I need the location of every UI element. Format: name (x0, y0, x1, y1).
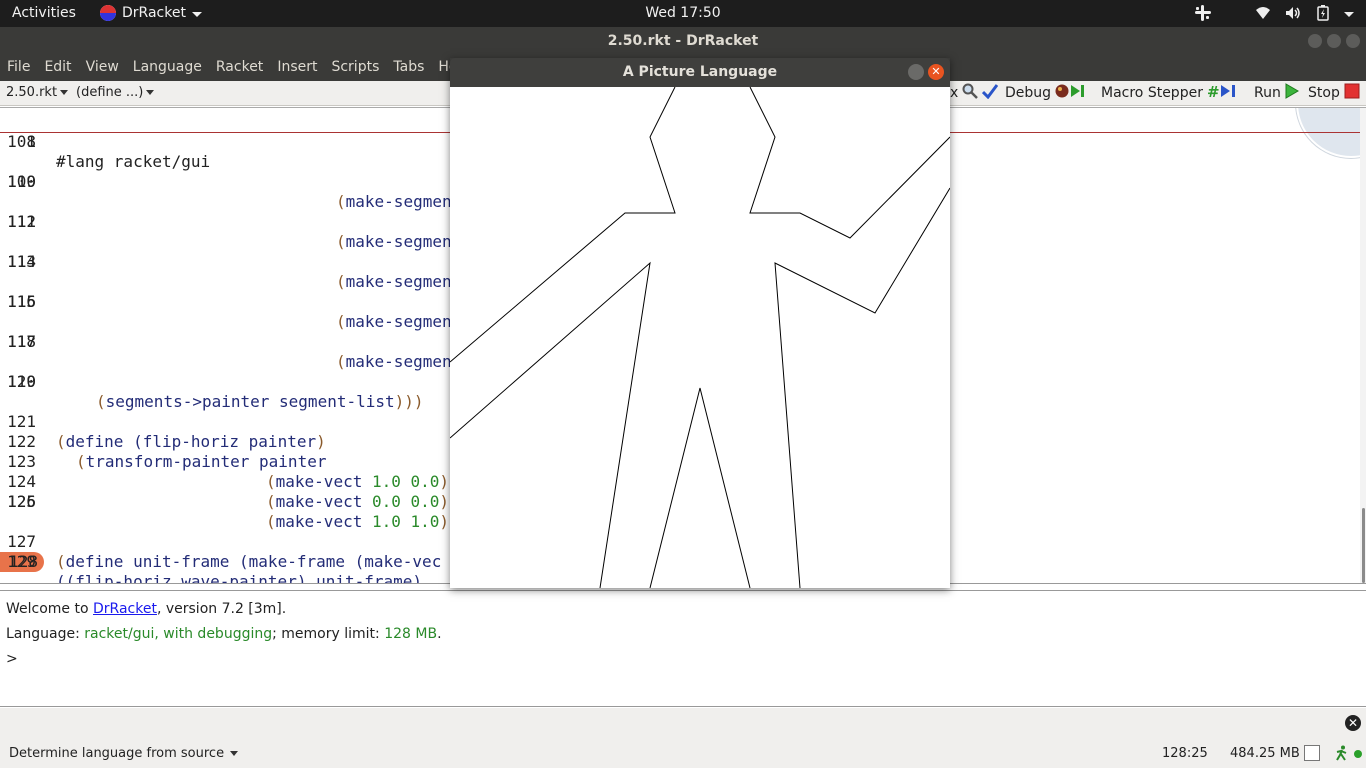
run-arrow-icon (1285, 83, 1299, 103)
line-number: 116 (7, 292, 36, 311)
line-number: 118 (7, 332, 36, 351)
line-number: 114 (7, 252, 36, 271)
chevron-down-icon (146, 90, 155, 95)
language-selector[interactable]: Determine language from source (9, 746, 239, 761)
drracket-link[interactable]: DrRacket (93, 601, 157, 617)
close-button[interactable] (1346, 34, 1360, 48)
slack-icon[interactable] (1194, 4, 1212, 22)
welcome-line: Welcome to DrRacket, version 7.2 [3m]. (6, 601, 1360, 626)
menu-racket[interactable]: Racket (209, 55, 270, 81)
maximize-button[interactable] (1327, 34, 1341, 48)
run-button[interactable]: Run (1254, 83, 1299, 103)
picture-window-title: A Picture Language (622, 64, 778, 80)
wave-figure-drawing (449, 86, 951, 589)
macro-stepper-icon: # (1207, 83, 1241, 103)
memory-label: ; memory limit: (272, 626, 385, 642)
battery-icon[interactable] (1314, 4, 1332, 22)
memory-limit-value: 128 MB (384, 626, 438, 642)
language-selector-label: Determine language from source (9, 746, 225, 761)
svg-text:#: # (1207, 83, 1220, 99)
magnifier-icon (962, 83, 979, 103)
menu-language[interactable]: Language (126, 55, 209, 81)
debug-button[interactable]: Debug (1005, 83, 1085, 103)
activities-button[interactable]: Activities (12, 5, 76, 21)
memory-usage[interactable]: 484.25 MB (1230, 746, 1300, 761)
cursor-position: 128:25 (1162, 746, 1208, 761)
chevron-down-icon (191, 11, 202, 17)
right-arm-lower (774, 187, 951, 589)
minimize-button[interactable] (1308, 34, 1322, 48)
clock[interactable]: Wed 17:50 (645, 5, 720, 21)
system-top-bar: Activities DrRacket Wed 17:50 (0, 0, 1366, 27)
line-number: 110 (7, 172, 36, 191)
menu-edit[interactable]: Edit (37, 55, 78, 81)
app-menu-label: DrRacket (122, 5, 186, 21)
language-line: Language: racket/gui, with debugging; me… (6, 626, 1360, 651)
check-syntax-label: x (950, 85, 959, 101)
head-right-outline (749, 86, 951, 239)
line-number: 120 (7, 372, 36, 391)
language-value: racket/gui, with debugging (84, 626, 273, 642)
file-dropdown-label: 2.50.rkt (6, 85, 58, 100)
window-title: 2.50.rkt - DrRacket (607, 33, 759, 49)
picture-window[interactable]: A Picture Language ✕ (449, 58, 951, 589)
macro-stepper-button[interactable]: Macro Stepper # (1101, 83, 1241, 103)
picture-window-title-bar[interactable]: A Picture Language ✕ (450, 58, 950, 87)
gc-indicator (1304, 745, 1320, 761)
debug-label: Debug (1005, 85, 1052, 101)
painter-canvas (449, 86, 951, 589)
menu-view[interactable]: View (79, 55, 126, 81)
line-number: 126 (7, 492, 36, 511)
scrollbar-thumb[interactable] (1362, 508, 1365, 583)
system-tray[interactable] (1194, 4, 1354, 22)
file-dropdown[interactable]: 2.50.rkt (6, 85, 69, 100)
close-icon[interactable]: ✕ (1345, 715, 1361, 731)
chevron-down-icon (230, 751, 239, 756)
line-number: 112 (7, 212, 36, 231)
stop-label: Stop (1308, 85, 1340, 101)
define-dropdown-label: (define ...) (76, 85, 144, 100)
close-button[interactable]: ✕ (928, 64, 944, 80)
stop-square-icon (1344, 83, 1360, 103)
debug-icon (1055, 83, 1085, 103)
repl-prompt: > (6, 651, 18, 667)
racket-logo-icon (100, 5, 116, 21)
interactions-pane[interactable]: Welcome to DrRacket, version 7.2 [3m]. L… (0, 590, 1366, 707)
runner-icon (1336, 745, 1348, 761)
line-number: 129 (7, 552, 36, 571)
editor-scrollbar[interactable] (1360, 108, 1366, 583)
period: . (437, 626, 442, 642)
minimize-button[interactable] (908, 64, 924, 80)
legs-inner (649, 387, 751, 589)
check-mark-icon (982, 83, 999, 103)
chevron-down-icon (60, 90, 69, 95)
line-number: 108 (7, 132, 36, 151)
status-dot-icon (1354, 750, 1362, 758)
window-title-bar: 2.50.rkt - DrRacket (0, 27, 1366, 55)
network-icon[interactable] (1254, 4, 1272, 22)
menu-file[interactable]: File (0, 55, 37, 81)
repl-prompt-line[interactable]: > (6, 651, 1360, 676)
app-menu[interactable]: DrRacket (100, 5, 202, 21)
check-syntax-button[interactable]: x (950, 83, 999, 103)
language-label: Language: (6, 626, 85, 642)
menu-scripts[interactable]: Scripts (324, 55, 386, 81)
macro-stepper-label: Macro Stepper (1101, 85, 1203, 101)
chevron-down-icon[interactable] (1344, 11, 1354, 17)
welcome-text: Welcome to (6, 601, 93, 617)
left-arm-lower (449, 261, 651, 589)
menu-insert[interactable]: Insert (270, 55, 324, 81)
run-label: Run (1254, 85, 1281, 101)
code-text: ((flip-horiz wave-painter) unit-frame) (56, 572, 423, 584)
define-dropdown[interactable]: (define ...) (76, 85, 155, 100)
status-bar: ✕ Determine language from source 128:25 … (0, 708, 1366, 768)
version-text: , version 7.2 [3m]. (156, 601, 287, 617)
volume-icon[interactable] (1284, 4, 1302, 22)
menu-tabs[interactable]: Tabs (386, 55, 431, 81)
stop-button[interactable]: Stop (1308, 83, 1360, 103)
